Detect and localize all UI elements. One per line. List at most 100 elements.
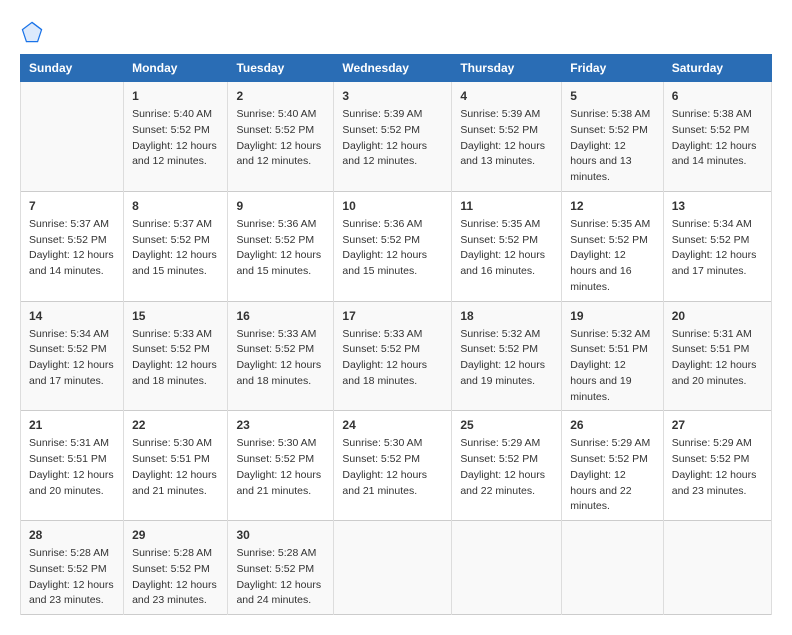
day-number: 18 — [460, 307, 553, 325]
calendar-week-row: 28 Sunrise: 5:28 AMSunset: 5:52 PMDayligh… — [21, 521, 772, 615]
header-monday: Monday — [124, 55, 228, 82]
day-info: Sunrise: 5:37 AMSunset: 5:52 PMDaylight:… — [29, 217, 115, 280]
calendar-week-row: 1 Sunrise: 5:40 AMSunset: 5:52 PMDaylight… — [21, 82, 772, 192]
calendar-cell — [21, 82, 124, 192]
day-number: 30 — [236, 526, 325, 544]
calendar-cell: 11Sunrise: 5:35 AMSunset: 5:52 PMDayligh… — [452, 191, 562, 301]
day-number: 8 — [132, 197, 219, 215]
header-sunday: Sunday — [21, 55, 124, 82]
day-number: 29 — [132, 526, 219, 544]
day-info: Sunrise: 5:29 AMSunset: 5:52 PMDaylight:… — [570, 436, 655, 515]
page-header — [20, 20, 772, 44]
calendar-cell: 20 Sunrise: 5:31 AMSunset: 5:51 PMDayligh… — [663, 301, 771, 411]
calendar-cell: 27Sunrise: 5:29 AMSunset: 5:52 PMDayligh… — [663, 411, 771, 521]
day-number: 22 — [132, 416, 219, 434]
day-number: 13 — [672, 197, 763, 215]
day-number: 14 — [29, 307, 115, 325]
calendar-week-row: 14 Sunrise: 5:34 AMSunset: 5:52 PMDayligh… — [21, 301, 772, 411]
calendar-cell: 23 Sunrise: 5:30 AMSunset: 5:52 PMDayligh… — [228, 411, 334, 521]
calendar-cell: 13 Sunrise: 5:34 AMSunset: 5:52 PMDayligh… — [663, 191, 771, 301]
logo — [20, 20, 48, 44]
calendar-cell — [452, 521, 562, 615]
day-info: Sunrise: 5:30 AMSunset: 5:52 PMDaylight:… — [342, 436, 443, 499]
calendar-cell: 30 Sunrise: 5:28 AMSunset: 5:52 PMDayligh… — [228, 521, 334, 615]
day-number: 9 — [236, 197, 325, 215]
calendar-table: SundayMondayTuesdayWednesdayThursdayFrid… — [20, 54, 772, 615]
day-info: Sunrise: 5:28 AMSunset: 5:52 PMDaylight:… — [236, 546, 325, 609]
day-info: Sunrise: 5:38 AMSunset: 5:52 PMDaylight:… — [672, 107, 763, 170]
header-thursday: Thursday — [452, 55, 562, 82]
day-number: 10 — [342, 197, 443, 215]
calendar-week-row: 21Sunrise: 5:31 AMSunset: 5:51 PMDayligh… — [21, 411, 772, 521]
calendar-cell: 21Sunrise: 5:31 AMSunset: 5:51 PMDayligh… — [21, 411, 124, 521]
day-info: Sunrise: 5:33 AMSunset: 5:52 PMDaylight:… — [342, 327, 443, 390]
day-info: Sunrise: 5:29 AMSunset: 5:52 PMDaylight:… — [460, 436, 553, 499]
header-wednesday: Wednesday — [334, 55, 452, 82]
calendar-cell — [562, 521, 664, 615]
day-number: 2 — [236, 87, 325, 105]
day-info: Sunrise: 5:34 AMSunset: 5:52 PMDaylight:… — [672, 217, 763, 280]
day-number: 15 — [132, 307, 219, 325]
calendar-cell: 19Sunrise: 5:32 AMSunset: 5:51 PMDayligh… — [562, 301, 664, 411]
day-number: 5 — [570, 87, 655, 105]
day-number: 6 — [672, 87, 763, 105]
day-info: Sunrise: 5:39 AMSunset: 5:52 PMDaylight:… — [342, 107, 443, 170]
day-info: Sunrise: 5:39 AMSunset: 5:52 PMDaylight:… — [460, 107, 553, 170]
day-info: Sunrise: 5:30 AMSunset: 5:51 PMDaylight:… — [132, 436, 219, 499]
calendar-header-row: SundayMondayTuesdayWednesdayThursdayFrid… — [21, 55, 772, 82]
header-friday: Friday — [562, 55, 664, 82]
calendar-cell: 16 Sunrise: 5:33 AMSunset: 5:52 PMDayligh… — [228, 301, 334, 411]
calendar-cell: 4Sunrise: 5:39 AMSunset: 5:52 PMDaylight… — [452, 82, 562, 192]
day-info: Sunrise: 5:36 AMSunset: 5:52 PMDaylight:… — [342, 217, 443, 280]
calendar-cell: 7 Sunrise: 5:37 AMSunset: 5:52 PMDaylight… — [21, 191, 124, 301]
day-number: 7 — [29, 197, 115, 215]
day-info: Sunrise: 5:33 AMSunset: 5:52 PMDaylight:… — [132, 327, 219, 390]
day-number: 16 — [236, 307, 325, 325]
calendar-cell: 8Sunrise: 5:37 AMSunset: 5:52 PMDaylight… — [124, 191, 228, 301]
day-number: 3 — [342, 87, 443, 105]
day-info: Sunrise: 5:35 AMSunset: 5:52 PMDaylight:… — [570, 217, 655, 296]
calendar-cell: 25 Sunrise: 5:29 AMSunset: 5:52 PMDayligh… — [452, 411, 562, 521]
calendar-cell: 2 Sunrise: 5:40 AMSunset: 5:52 PMDaylight… — [228, 82, 334, 192]
day-number: 28 — [29, 526, 115, 544]
calendar-cell: 6 Sunrise: 5:38 AMSunset: 5:52 PMDaylight… — [663, 82, 771, 192]
calendar-cell: 22 Sunrise: 5:30 AMSunset: 5:51 PMDayligh… — [124, 411, 228, 521]
calendar-cell: 29 Sunrise: 5:28 AMSunset: 5:52 PMDayligh… — [124, 521, 228, 615]
day-number: 1 — [132, 87, 219, 105]
day-info: Sunrise: 5:40 AMSunset: 5:52 PMDaylight:… — [132, 107, 219, 170]
day-info: Sunrise: 5:31 AMSunset: 5:51 PMDaylight:… — [672, 327, 763, 390]
day-info: Sunrise: 5:28 AMSunset: 5:52 PMDaylight:… — [132, 546, 219, 609]
calendar-cell: 14 Sunrise: 5:34 AMSunset: 5:52 PMDayligh… — [21, 301, 124, 411]
day-number: 12 — [570, 197, 655, 215]
day-number: 11 — [460, 197, 553, 215]
day-info: Sunrise: 5:32 AMSunset: 5:51 PMDaylight:… — [570, 327, 655, 406]
day-number: 21 — [29, 416, 115, 434]
day-info: Sunrise: 5:32 AMSunset: 5:52 PMDaylight:… — [460, 327, 553, 390]
calendar-cell: 24 Sunrise: 5:30 AMSunset: 5:52 PMDayligh… — [334, 411, 452, 521]
calendar-cell: 1 Sunrise: 5:40 AMSunset: 5:52 PMDaylight… — [124, 82, 228, 192]
logo-icon — [20, 20, 44, 44]
calendar-cell: 15 Sunrise: 5:33 AMSunset: 5:52 PMDayligh… — [124, 301, 228, 411]
day-info: Sunrise: 5:38 AMSunset: 5:52 PMDaylight:… — [570, 107, 655, 186]
calendar-cell: 5 Sunrise: 5:38 AMSunset: 5:52 PMDaylight… — [562, 82, 664, 192]
calendar-cell: 9Sunrise: 5:36 AMSunset: 5:52 PMDaylight… — [228, 191, 334, 301]
day-number: 23 — [236, 416, 325, 434]
day-number: 25 — [460, 416, 553, 434]
calendar-cell — [334, 521, 452, 615]
day-info: Sunrise: 5:34 AMSunset: 5:52 PMDaylight:… — [29, 327, 115, 390]
header-saturday: Saturday — [663, 55, 771, 82]
calendar-cell: 17 Sunrise: 5:33 AMSunset: 5:52 PMDayligh… — [334, 301, 452, 411]
calendar-cell — [663, 521, 771, 615]
header-tuesday: Tuesday — [228, 55, 334, 82]
day-number: 17 — [342, 307, 443, 325]
calendar-cell: 26Sunrise: 5:29 AMSunset: 5:52 PMDayligh… — [562, 411, 664, 521]
calendar-cell: 28 Sunrise: 5:28 AMSunset: 5:52 PMDayligh… — [21, 521, 124, 615]
day-number: 20 — [672, 307, 763, 325]
calendar-cell: 18 Sunrise: 5:32 AMSunset: 5:52 PMDayligh… — [452, 301, 562, 411]
day-info: Sunrise: 5:30 AMSunset: 5:52 PMDaylight:… — [236, 436, 325, 499]
day-number: 24 — [342, 416, 443, 434]
day-info: Sunrise: 5:33 AMSunset: 5:52 PMDaylight:… — [236, 327, 325, 390]
day-info: Sunrise: 5:40 AMSunset: 5:52 PMDaylight:… — [236, 107, 325, 170]
calendar-week-row: 7 Sunrise: 5:37 AMSunset: 5:52 PMDaylight… — [21, 191, 772, 301]
day-info: Sunrise: 5:28 AMSunset: 5:52 PMDaylight:… — [29, 546, 115, 609]
